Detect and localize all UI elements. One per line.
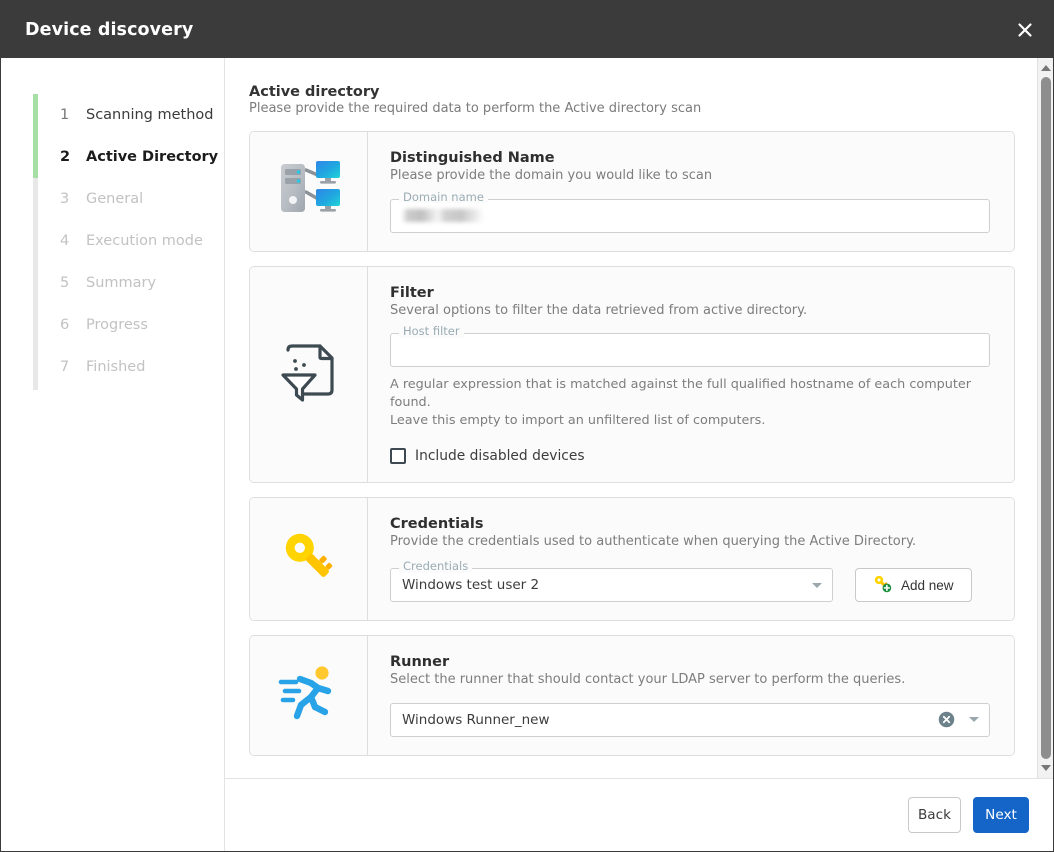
credentials-field: Credentials Windows test user 2: [390, 568, 833, 602]
scrollbar-track[interactable]: [1038, 75, 1054, 761]
card-runner: Runner Select the runner that should con…: [249, 635, 1015, 756]
wizard-sidebar: 1 Scanning method 2 Active Directory 3 G…: [1, 58, 225, 851]
card-credentials: Credentials Provide the credentials used…: [249, 497, 1015, 622]
scroll-content: Active directory Please provide the requ…: [225, 58, 1037, 778]
credentials-row: Credentials Windows test user 2: [390, 564, 990, 602]
scroll-down-arrow-icon[interactable]: [1038, 761, 1054, 775]
dialog-body: 1 Scanning method 2 Active Directory 3 G…: [1, 58, 1053, 851]
host-filter-field: Host filter: [390, 333, 990, 367]
sidebar-step-execution-mode[interactable]: 4 Execution mode: [33, 220, 224, 262]
card-title: Distinguished Name: [390, 150, 990, 166]
runner-icon: [277, 663, 341, 727]
card-icon-panel: [250, 132, 368, 251]
step-number: 7: [60, 359, 70, 375]
field-value: Windows test user 2: [402, 577, 804, 593]
step-number: 6: [60, 317, 70, 333]
chevron-down-icon[interactable]: [969, 717, 979, 722]
field-legend: Credentials: [399, 561, 472, 573]
document-funnel-filter-icon: [278, 340, 340, 408]
card-content: Credentials Provide the credentials used…: [368, 498, 1014, 621]
dialog-title: Device discovery: [25, 20, 193, 40]
card-description: Please provide the domain you would like…: [390, 167, 990, 185]
chevron-down-icon[interactable]: [812, 583, 822, 588]
card-icon-panel: [250, 636, 368, 755]
key-plus-icon: [873, 574, 892, 596]
step-number: 2: [60, 149, 70, 165]
card-content: Filter Several options to filter the dat…: [368, 267, 1014, 482]
dialog-titlebar: Device discovery: [1, 1, 1053, 58]
server-network-icon: [276, 158, 342, 224]
dialog-footer: Back Next: [225, 778, 1053, 851]
content-wrapper: Active directory Please provide the requ…: [225, 58, 1053, 778]
add-new-label: Add new: [901, 578, 954, 593]
next-button[interactable]: Next: [973, 797, 1029, 833]
step-number: 1: [60, 107, 70, 123]
step-label: General: [86, 191, 143, 207]
step-label: Progress: [86, 317, 148, 333]
device-discovery-dialog: Device discovery 1 Scanning method 2: [0, 0, 1054, 852]
credentials-select[interactable]: Windows test user 2: [390, 568, 833, 602]
card-title: Filter: [390, 285, 990, 301]
sidebar-step-general[interactable]: 3 General: [33, 178, 224, 220]
card-distinguished-name: Distinguished Name Please provide the do…: [249, 131, 1015, 252]
sidebar-step-scanning-method[interactable]: 1 Scanning method: [33, 94, 224, 136]
card-description: Select the runner that should contact yo…: [390, 671, 990, 689]
field-legend: Host filter: [399, 326, 464, 338]
add-new-credential-button[interactable]: Add new: [855, 568, 972, 602]
sidebar-step-finished[interactable]: 7 Finished: [33, 346, 224, 388]
step-number: 3: [60, 191, 70, 207]
field-legend: Domain name: [399, 192, 488, 204]
sidebar-step-progress[interactable]: 6 Progress: [33, 304, 224, 346]
step-label: Summary: [86, 275, 156, 291]
card-title: Credentials: [390, 516, 990, 532]
filter-helper-line-1: A regular expression that is matched aga…: [390, 376, 990, 412]
domain-name-field: Domain name: [390, 199, 990, 233]
card-filter: Filter Several options to filter the dat…: [249, 266, 1015, 483]
close-icon: [1015, 20, 1035, 40]
step-number: 5: [60, 275, 70, 291]
key-icon: [278, 526, 340, 592]
step-rail-progress: [33, 94, 38, 178]
sidebar-step-active-directory[interactable]: 2 Active Directory: [33, 136, 224, 178]
step-label: Execution mode: [86, 233, 203, 249]
card-title: Runner: [390, 654, 990, 670]
back-button[interactable]: Back: [908, 797, 961, 833]
sidebar-step-summary[interactable]: 5 Summary: [33, 262, 224, 304]
redacted-value: [402, 209, 484, 222]
wizard-step-list: 1 Scanning method 2 Active Directory 3 G…: [1, 94, 224, 388]
scrollbar-thumb[interactable]: [1041, 77, 1051, 759]
clear-circle-icon[interactable]: [938, 711, 955, 728]
step-label: Finished: [86, 359, 145, 375]
checkbox-box-icon: [390, 448, 406, 464]
checkbox-label: Include disabled devices: [415, 448, 585, 464]
close-button[interactable]: [997, 1, 1053, 58]
host-filter-input[interactable]: [390, 333, 990, 367]
runner-select[interactable]: Windows Runner_new: [390, 703, 990, 737]
scroll-up-arrow-icon[interactable]: [1038, 61, 1054, 75]
step-label: Active Directory: [86, 149, 218, 165]
step-number: 4: [60, 233, 70, 249]
filter-helper-text: A regular expression that is matched aga…: [390, 376, 990, 430]
card-icon-panel: [250, 498, 368, 621]
page-title: Active directory: [249, 84, 1015, 100]
card-icon-panel: [250, 267, 368, 482]
step-label: Scanning method: [86, 107, 213, 123]
card-description: Several options to filter the data retri…: [390, 302, 990, 320]
field-value: Windows Runner_new: [402, 712, 938, 728]
card-content: Distinguished Name Please provide the do…: [368, 132, 1014, 251]
runner-field: Windows Runner_new: [390, 703, 990, 737]
page-subtitle: Please provide the required data to perf…: [249, 101, 1015, 116]
domain-name-input[interactable]: [390, 199, 990, 233]
filter-helper-line-2: Leave this empty to import an unfiltered…: [390, 412, 990, 430]
card-content: Runner Select the runner that should con…: [368, 636, 1014, 755]
content-scrollbar[interactable]: [1037, 58, 1053, 778]
include-disabled-devices-checkbox[interactable]: Include disabled devices: [390, 448, 990, 464]
card-description: Provide the credentials used to authenti…: [390, 533, 990, 551]
wizard-main: Active directory Please provide the requ…: [225, 58, 1053, 851]
